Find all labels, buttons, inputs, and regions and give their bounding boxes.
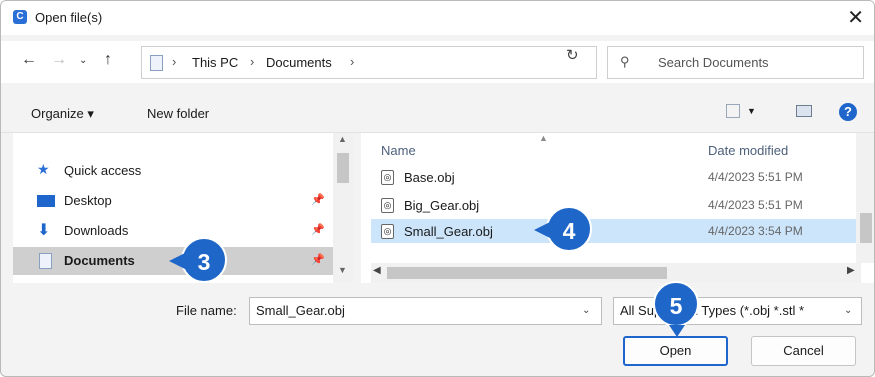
documents-icon bbox=[39, 253, 52, 269]
file-row[interactable]: ◎ Base.obj 4/4/2023 5:51 PM bbox=[371, 165, 861, 189]
obj-file-icon: ◎ bbox=[381, 224, 394, 239]
open-file-dialog: C Open file(s) ✕ ← → ⌄ ↑ › This PC › Doc… bbox=[0, 0, 875, 377]
nav-item-downloads[interactable]: ⬇ Downloads 📌 bbox=[13, 217, 343, 245]
pin-icon[interactable]: 📌 bbox=[311, 223, 325, 236]
organize-menu[interactable]: Organize ▾ bbox=[31, 106, 94, 122]
file-name-field[interactable]: Small_Gear.obj ⌄ bbox=[249, 297, 602, 325]
breadcrumb-separator-icon: › bbox=[172, 54, 177, 69]
title-bar: C Open file(s) ✕ bbox=[1, 1, 874, 35]
scroll-down-icon[interactable]: ▼ bbox=[338, 265, 347, 275]
nav-item-desktop[interactable]: Desktop 📌 bbox=[13, 187, 343, 215]
up-arrow-icon[interactable]: ↑ bbox=[104, 51, 112, 69]
preview-pane-icon[interactable] bbox=[796, 105, 812, 117]
scroll-up-icon[interactable]: ▲ bbox=[338, 134, 347, 144]
breadcrumb-this-pc[interactable]: This PC bbox=[192, 55, 238, 70]
address-bar[interactable]: › This PC › Documents › ⌄ bbox=[141, 46, 681, 79]
help-icon[interactable]: ? bbox=[839, 103, 857, 121]
cancel-button[interactable]: Cancel bbox=[751, 336, 856, 366]
refresh-icon[interactable]: ↻ bbox=[566, 46, 579, 64]
search-placeholder: Search Documents bbox=[658, 55, 769, 70]
nav-item-label: Downloads bbox=[64, 223, 129, 238]
search-icon: ⚲ bbox=[620, 54, 630, 69]
file-name: Small_Gear.obj bbox=[404, 224, 493, 239]
pin-icon[interactable]: 📌 bbox=[311, 253, 325, 266]
file-date: 4/4/2023 3:54 PM bbox=[708, 224, 803, 238]
view-options-chevron-icon[interactable]: ▼ bbox=[747, 106, 756, 116]
new-folder-button[interactable]: New folder bbox=[147, 106, 209, 121]
star-icon: ★ bbox=[37, 161, 50, 177]
app-icon: C bbox=[13, 10, 27, 24]
scroll-left-icon[interactable]: ◀ bbox=[373, 265, 381, 276]
documents-folder-icon bbox=[150, 55, 163, 71]
file-list-vertical-scrollbar[interactable] bbox=[856, 133, 874, 263]
close-icon[interactable]: ✕ bbox=[847, 5, 864, 30]
nav-scroll-thumb[interactable] bbox=[337, 153, 349, 183]
file-type-select[interactable]: All Supported Types (*.obj *.stl * ⌄ bbox=[613, 297, 862, 325]
forward-arrow-icon[interactable]: → bbox=[51, 51, 67, 69]
column-header-name[interactable]: Name bbox=[381, 143, 416, 158]
breadcrumb-documents[interactable]: Documents bbox=[266, 55, 332, 70]
obj-file-icon: ◎ bbox=[381, 198, 394, 213]
open-button[interactable]: Open bbox=[623, 336, 728, 366]
obj-file-icon: ◎ bbox=[381, 170, 394, 185]
step-badge-4: 4 bbox=[534, 206, 592, 252]
file-name-label: File name: bbox=[176, 303, 237, 318]
step-badge-number: 4 bbox=[562, 218, 576, 244]
dialog-title: Open file(s) bbox=[35, 10, 103, 25]
nav-item-quick-access[interactable]: ★ Quick access bbox=[13, 157, 343, 185]
nav-scrollbar[interactable]: ▲ ▼ bbox=[333, 133, 353, 283]
nav-item-label: Quick access bbox=[64, 163, 142, 178]
sort-ascending-icon: ▲ bbox=[539, 133, 548, 143]
command-toolbar: Organize ▾ New folder ▼ ? bbox=[1, 93, 874, 133]
vertical-scroll-thumb[interactable] bbox=[860, 213, 872, 243]
recent-locations-chevron-icon[interactable]: ⌄ bbox=[79, 55, 87, 66]
step-badge-5: 5 bbox=[653, 281, 699, 337]
download-icon: ⬇ bbox=[37, 222, 51, 239]
step-badge-number: 3 bbox=[197, 249, 211, 275]
breadcrumb-separator-icon: › bbox=[250, 54, 255, 69]
address-row: ← → ⌄ ↑ › This PC › Documents › ⌄ ↻ ⚲ Se… bbox=[1, 41, 874, 83]
file-name: Base.obj bbox=[404, 170, 455, 185]
back-arrow-icon[interactable]: ← bbox=[21, 51, 37, 69]
file-row-selected[interactable]: ◎ Small_Gear.obj 4/4/2023 3:54 PM bbox=[371, 219, 861, 243]
file-date: 4/4/2023 5:51 PM bbox=[708, 198, 803, 212]
horizontal-scroll-thumb[interactable] bbox=[387, 267, 667, 279]
chevron-down-icon[interactable]: ⌄ bbox=[582, 305, 590, 316]
file-list: ▲ Name Date modified ◎ Base.obj 4/4/2023… bbox=[361, 133, 874, 283]
step-badge-3: 3 bbox=[169, 237, 227, 283]
step-badge-number: 5 bbox=[669, 293, 683, 319]
file-list-horizontal-scrollbar[interactable]: ◀ ▶ bbox=[371, 263, 861, 283]
column-header-date-modified[interactable]: Date modified bbox=[708, 143, 788, 158]
file-row[interactable]: ◎ Big_Gear.obj 4/4/2023 5:51 PM bbox=[371, 193, 861, 217]
view-options-icon[interactable] bbox=[726, 104, 740, 118]
file-name: Big_Gear.obj bbox=[404, 198, 480, 213]
nav-item-label: Desktop bbox=[64, 193, 112, 208]
badge-pointer bbox=[534, 222, 550, 238]
desktop-icon bbox=[37, 195, 55, 207]
file-name-value: Small_Gear.obj bbox=[256, 303, 345, 318]
chevron-down-icon[interactable]: ⌄ bbox=[844, 305, 852, 316]
search-input[interactable]: ⚲ Search Documents bbox=[607, 46, 864, 79]
nav-item-label: Documents bbox=[64, 253, 135, 268]
file-date: 4/4/2023 5:51 PM bbox=[708, 170, 803, 184]
badge-pointer bbox=[169, 253, 185, 269]
breadcrumb-separator-icon: › bbox=[350, 54, 355, 69]
scroll-right-icon[interactable]: ▶ bbox=[847, 265, 855, 276]
badge-pointer bbox=[669, 325, 685, 337]
pin-icon[interactable]: 📌 bbox=[311, 193, 325, 206]
